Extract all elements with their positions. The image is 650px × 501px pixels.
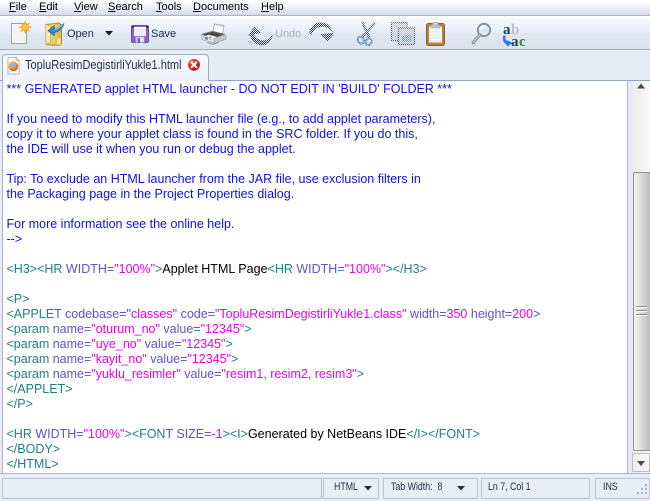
svg-text:c: c [519,34,526,49]
svg-text:a: a [511,34,519,49]
